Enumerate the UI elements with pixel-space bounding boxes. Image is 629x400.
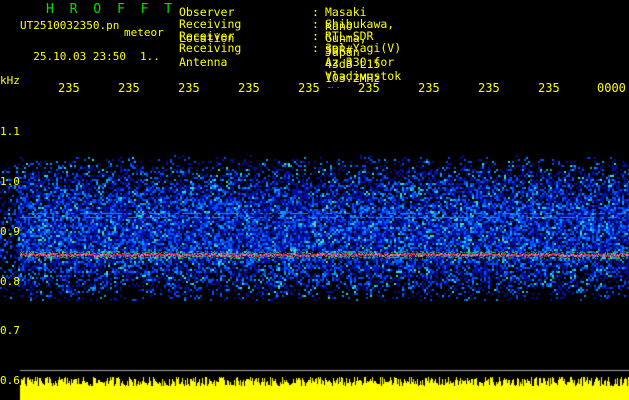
x-tick: 235 — [418, 81, 440, 95]
x-tick: 0000 — [597, 81, 626, 95]
meteor-label: meteor — [124, 26, 164, 39]
x-tick: 235 — [58, 81, 80, 95]
x-tick: 235 — [538, 81, 560, 95]
y-tick: 0.7 — [0, 324, 20, 337]
y-tick: 0.8 — [0, 275, 20, 288]
app-title: H R O F F T — [46, 2, 177, 17]
y-tick: 0.6 — [0, 374, 20, 387]
info-colon: : — [312, 41, 319, 55]
y-tick: 1.1 — [0, 125, 20, 138]
x-tick: 235 — [238, 81, 260, 95]
info-value: 3el Yagi(V) Az 330 for Vladivostok — [325, 41, 402, 83]
y-tick: 0.9 — [0, 225, 20, 238]
y-tick: 1.0 — [0, 175, 20, 188]
x-tick: 235 — [178, 81, 200, 95]
x-tick: 235 — [118, 81, 140, 95]
counter-value: 1.. — [139, 50, 160, 63]
datetime-label: 25.10.03 23:50 1.. — [20, 40, 160, 62]
spectrogram — [0, 88, 629, 400]
x-tick: 235 — [358, 81, 380, 95]
x-tick: 235 — [478, 81, 500, 95]
filename-label: UT2510032350.pn — [20, 19, 120, 32]
info-key: Receiving Antenna — [179, 41, 242, 69]
y-axis-unit: kHz — [0, 74, 20, 87]
x-tick: 235 — [298, 81, 320, 95]
datetime-value: 25.10.03 23:50 — [33, 50, 126, 63]
